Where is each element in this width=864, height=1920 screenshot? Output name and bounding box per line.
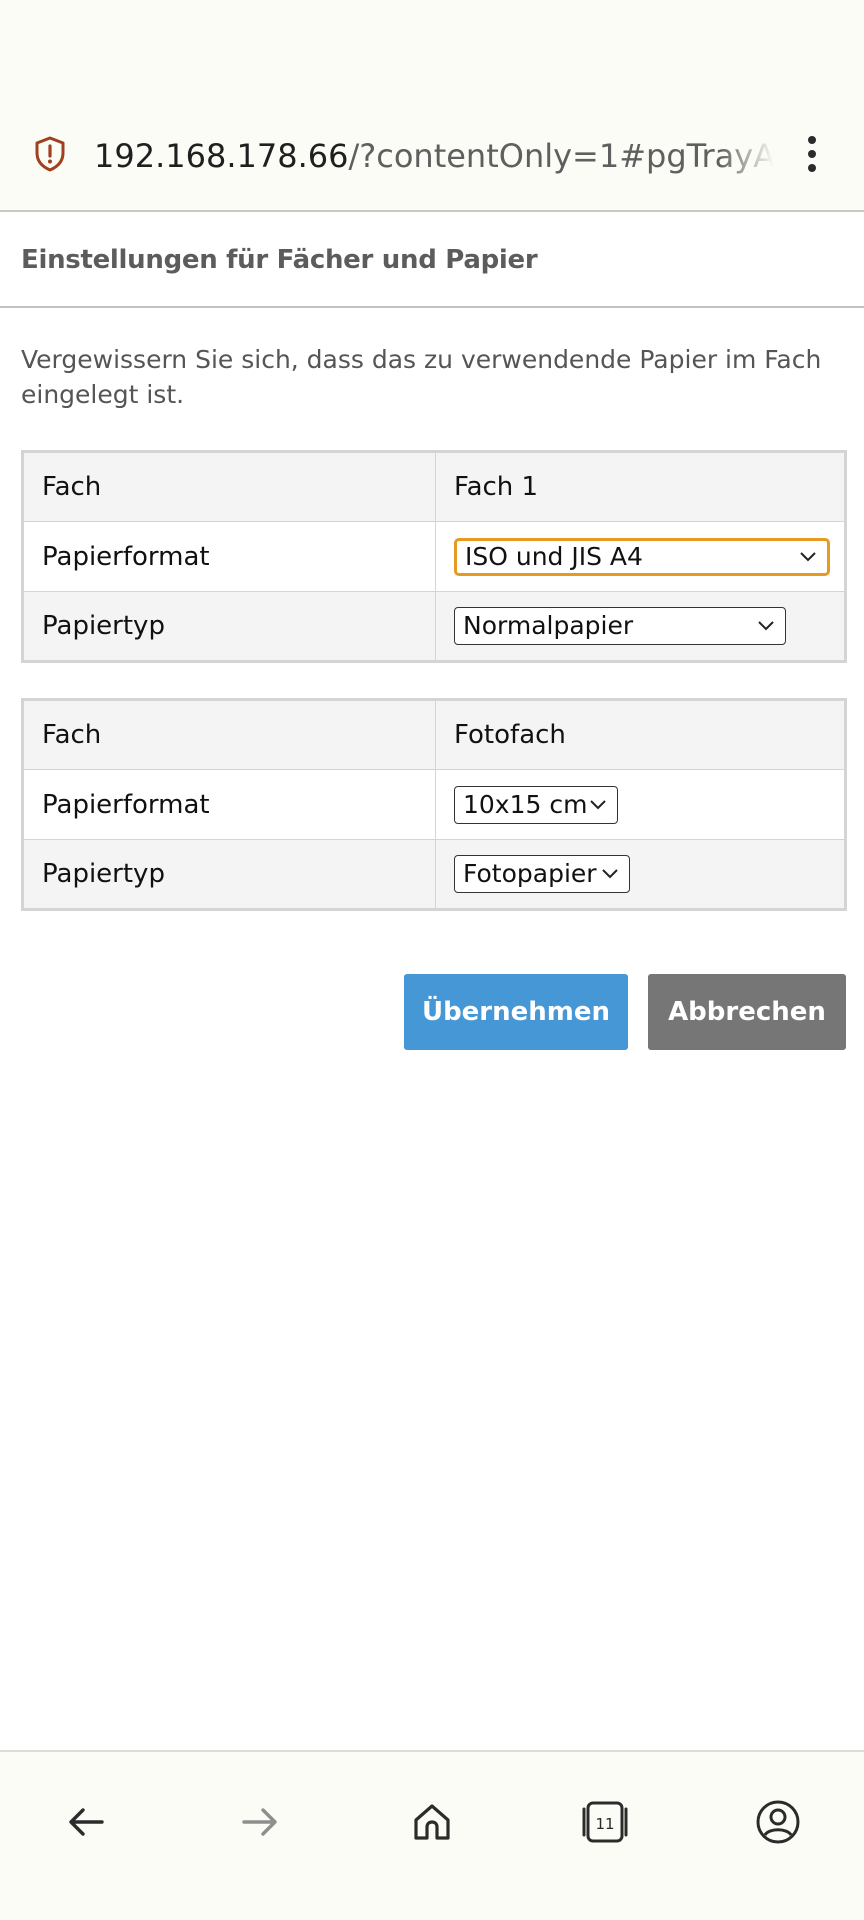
- tray-label: Fach: [22, 699, 436, 770]
- paper-type-label: Papiertyp: [22, 591, 436, 662]
- chevron-down-icon: [758, 621, 774, 631]
- arrow-left-icon[interactable]: [54, 1790, 118, 1854]
- shield-alert-icon[interactable]: [34, 136, 66, 172]
- table-row: Papierformat ISO und JIS A4: [22, 521, 846, 592]
- table-row: Fach Fach 1: [22, 451, 846, 522]
- tabs-icon[interactable]: 11: [573, 1790, 637, 1854]
- select-value: Normalpapier: [463, 611, 634, 640]
- tray-value: Fach 1: [435, 451, 846, 522]
- chevron-down-icon: [602, 869, 618, 879]
- paper-format-label: Papierformat: [22, 769, 436, 840]
- paper-format-select-photo-tray[interactable]: 10x15 cm: [454, 785, 618, 824]
- browser-toolbar: 192.168.178.66/?contentOnly=1#pgTrayAndP…: [0, 116, 864, 212]
- page-content: Einstellungen für Fächer und Papier Verg…: [0, 212, 864, 1750]
- paper-type-select-tray-1[interactable]: Normalpapier: [454, 607, 786, 645]
- select-value: ISO und JIS A4: [465, 541, 643, 571]
- select-value: 10x15 cm: [463, 789, 588, 819]
- tray-table-1: Fach Fach 1 Papierformat ISO und JIS A4 …: [21, 450, 847, 663]
- apply-button[interactable]: Übernehmen: [404, 974, 628, 1050]
- paper-type-select-photo-tray[interactable]: Fotopapier: [454, 855, 630, 893]
- arrow-right-icon[interactable]: [228, 1790, 292, 1854]
- tray-value: Fotofach: [435, 699, 846, 770]
- select-value: Fotopapier: [463, 859, 597, 888]
- home-icon[interactable]: [400, 1790, 464, 1854]
- table-row: Papierformat 10x15 cm: [22, 769, 846, 840]
- paper-format-select-tray-1[interactable]: ISO und JIS A4: [454, 537, 830, 576]
- tab-count: 11: [595, 1815, 614, 1833]
- url-host: 192.168.178.66: [94, 137, 349, 175]
- chevron-down-icon: [590, 799, 606, 809]
- status-bar-area: [0, 0, 864, 116]
- more-vertical-icon[interactable]: [796, 130, 828, 178]
- paper-type-label: Papiertyp: [22, 839, 436, 910]
- address-bar[interactable]: 192.168.178.66/?contentOnly=1#pgTrayAndP…: [94, 134, 774, 178]
- browser-bottom-nav: 11: [0, 1750, 864, 1920]
- account-icon[interactable]: [746, 1790, 810, 1854]
- title-divider: [0, 306, 864, 308]
- table-row: Papiertyp Fotopapier: [22, 839, 846, 910]
- intro-text: Vergewissern Sie sich, dass das zu verwe…: [21, 345, 822, 409]
- chevron-down-icon: [800, 551, 816, 561]
- table-row: Papiertyp Normalpapier: [22, 591, 846, 662]
- tray-label: Fach: [22, 451, 436, 522]
- cancel-button[interactable]: Abbrechen: [648, 974, 846, 1050]
- paper-format-label: Papierformat: [22, 521, 436, 592]
- url-path: /?contentOnly=1#pgTrayAndPaper: [348, 137, 774, 175]
- table-row: Fach Fotofach: [22, 699, 846, 770]
- page-title: Einstellungen für Fächer und Papier: [21, 245, 538, 275]
- tray-table-2: Fach Fotofach Papierformat 10x15 cm Papi…: [21, 698, 847, 911]
